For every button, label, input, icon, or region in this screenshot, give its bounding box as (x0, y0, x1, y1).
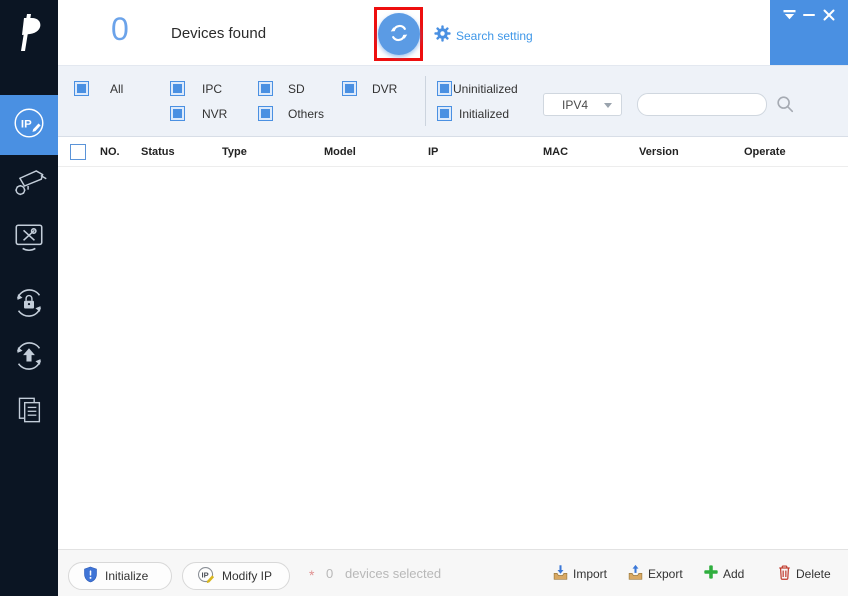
delete-button-label: Delete (796, 567, 831, 581)
device-count: 0 (111, 11, 129, 47)
checkbox-checked-icon (170, 106, 185, 121)
export-button-label: Export (648, 567, 683, 581)
checkbox-label: All (110, 81, 124, 96)
checkbox-ipc[interactable]: IPC (170, 81, 222, 96)
import-button[interactable]: Import (552, 564, 607, 584)
plus-icon (703, 564, 719, 583)
sidebar-item-upgrade[interactable] (0, 330, 58, 387)
import-button-label: Import (573, 567, 608, 581)
close-icon[interactable] (822, 9, 836, 21)
documents-icon (10, 391, 48, 434)
annotation-highlight-box (374, 7, 423, 61)
column-header-no[interactable]: NO. (100, 146, 120, 158)
filter-bar: All IPC NVR SD Others DVR Uninitialized (58, 65, 848, 137)
ip-edit-pencil-icon: IP (197, 566, 215, 587)
sidebar: IP (0, 0, 58, 596)
modify-ip-button[interactable]: IP Modify IP (182, 562, 290, 590)
delete-button[interactable]: Delete (777, 564, 831, 584)
column-header-version[interactable]: Version (639, 146, 679, 158)
checkbox-dvr[interactable]: DVR (342, 81, 397, 96)
selected-count: 0 (326, 566, 334, 581)
checkbox-nvr[interactable]: NVR (170, 106, 227, 121)
required-marker: * (309, 567, 315, 583)
sidebar-item-system-tools[interactable] (0, 212, 58, 269)
refresh-button[interactable] (377, 13, 420, 55)
checkbox-label: IPC (202, 81, 223, 96)
search-setting-link[interactable]: Search setting (456, 29, 533, 43)
arrow-up-sync-icon (9, 336, 49, 381)
device-table-body (58, 167, 848, 549)
add-button[interactable]: Add (703, 564, 744, 583)
search-input[interactable] (637, 93, 767, 116)
checkbox-checked-icon (437, 81, 452, 96)
checkbox-others[interactable]: Others (258, 106, 324, 121)
device-count-label: Devices found (171, 25, 267, 42)
svg-text:IP: IP (202, 570, 209, 579)
column-header-type[interactable]: Type (222, 146, 247, 158)
ip-edit-circle-icon: IP (10, 104, 48, 147)
export-button[interactable]: Export (627, 564, 683, 584)
monitor-tools-icon (9, 218, 49, 263)
search-icon[interactable] (775, 94, 795, 119)
dahua-logo (0, 8, 58, 60)
checkbox-uninitialized[interactable]: Uninitialized (437, 81, 518, 96)
sidebar-item-device-config[interactable] (0, 155, 58, 212)
minimize-icon[interactable] (802, 9, 816, 21)
shield-exclamation-icon (83, 566, 98, 586)
filter-divider (425, 76, 426, 126)
checkbox-label: DVR (372, 81, 398, 96)
checkbox-checked-icon (258, 106, 273, 121)
checkbox-initialized[interactable]: Initialized (437, 106, 509, 121)
checkbox-checked-icon (74, 81, 89, 96)
sidebar-item-modify-ip[interactable]: IP (0, 95, 58, 155)
import-tray-icon (552, 564, 569, 584)
checkbox-label: Initialized (459, 106, 510, 121)
checkbox-label: NVR (202, 106, 228, 121)
column-header-operate[interactable]: Operate (744, 146, 786, 158)
gear-icon[interactable] (434, 25, 451, 47)
checkbox-sd[interactable]: SD (258, 81, 305, 96)
checkbox-label: Others (288, 106, 325, 121)
checkbox-checked-icon (258, 81, 273, 96)
column-header-ip[interactable]: IP (428, 146, 438, 158)
lock-sync-icon (9, 283, 49, 328)
collapse-icon[interactable] (782, 9, 796, 21)
checkbox-label: Uninitialized (453, 81, 518, 96)
chevron-down-icon (604, 103, 612, 108)
ip-version-value: IPV4 (562, 97, 589, 112)
titlebar-panel (770, 0, 848, 65)
configtool-window: IP 0 Devices found Search setting All IP… (0, 0, 848, 596)
svg-text:IP: IP (21, 118, 32, 130)
sidebar-item-password-reset[interactable] (0, 277, 58, 334)
ip-version-select[interactable]: IPV4 (543, 93, 622, 116)
selected-count-label: devices selected (345, 566, 442, 581)
column-header-model[interactable]: Model (324, 146, 356, 158)
footer-toolbar: Initialize IP Modify IP * 0 devices sele… (58, 549, 848, 596)
camera-gear-icon (9, 161, 49, 206)
checkbox-checked-icon (437, 106, 452, 121)
sidebar-item-logs[interactable] (0, 384, 58, 440)
modify-ip-button-label: Modify IP (222, 569, 273, 583)
select-all-checkbox[interactable] (70, 144, 86, 160)
trash-icon (777, 564, 792, 584)
checkbox-all[interactable]: All (74, 81, 123, 96)
column-header-status[interactable]: Status (141, 146, 175, 158)
header: 0 Devices found Search setting (58, 0, 770, 65)
checkbox-checked-icon (342, 81, 357, 96)
column-header-mac[interactable]: MAC (543, 146, 568, 158)
refresh-sync-icon (386, 20, 412, 49)
add-button-label: Add (723, 566, 745, 581)
initialize-button[interactable]: Initialize (68, 562, 172, 590)
checkbox-checked-icon (170, 81, 185, 96)
export-tray-icon (627, 564, 644, 584)
initialize-button-label: Initialize (105, 569, 149, 583)
checkbox-label: SD (288, 81, 305, 96)
table-header: NO. Status Type Model IP MAC Version Ope… (58, 137, 848, 167)
